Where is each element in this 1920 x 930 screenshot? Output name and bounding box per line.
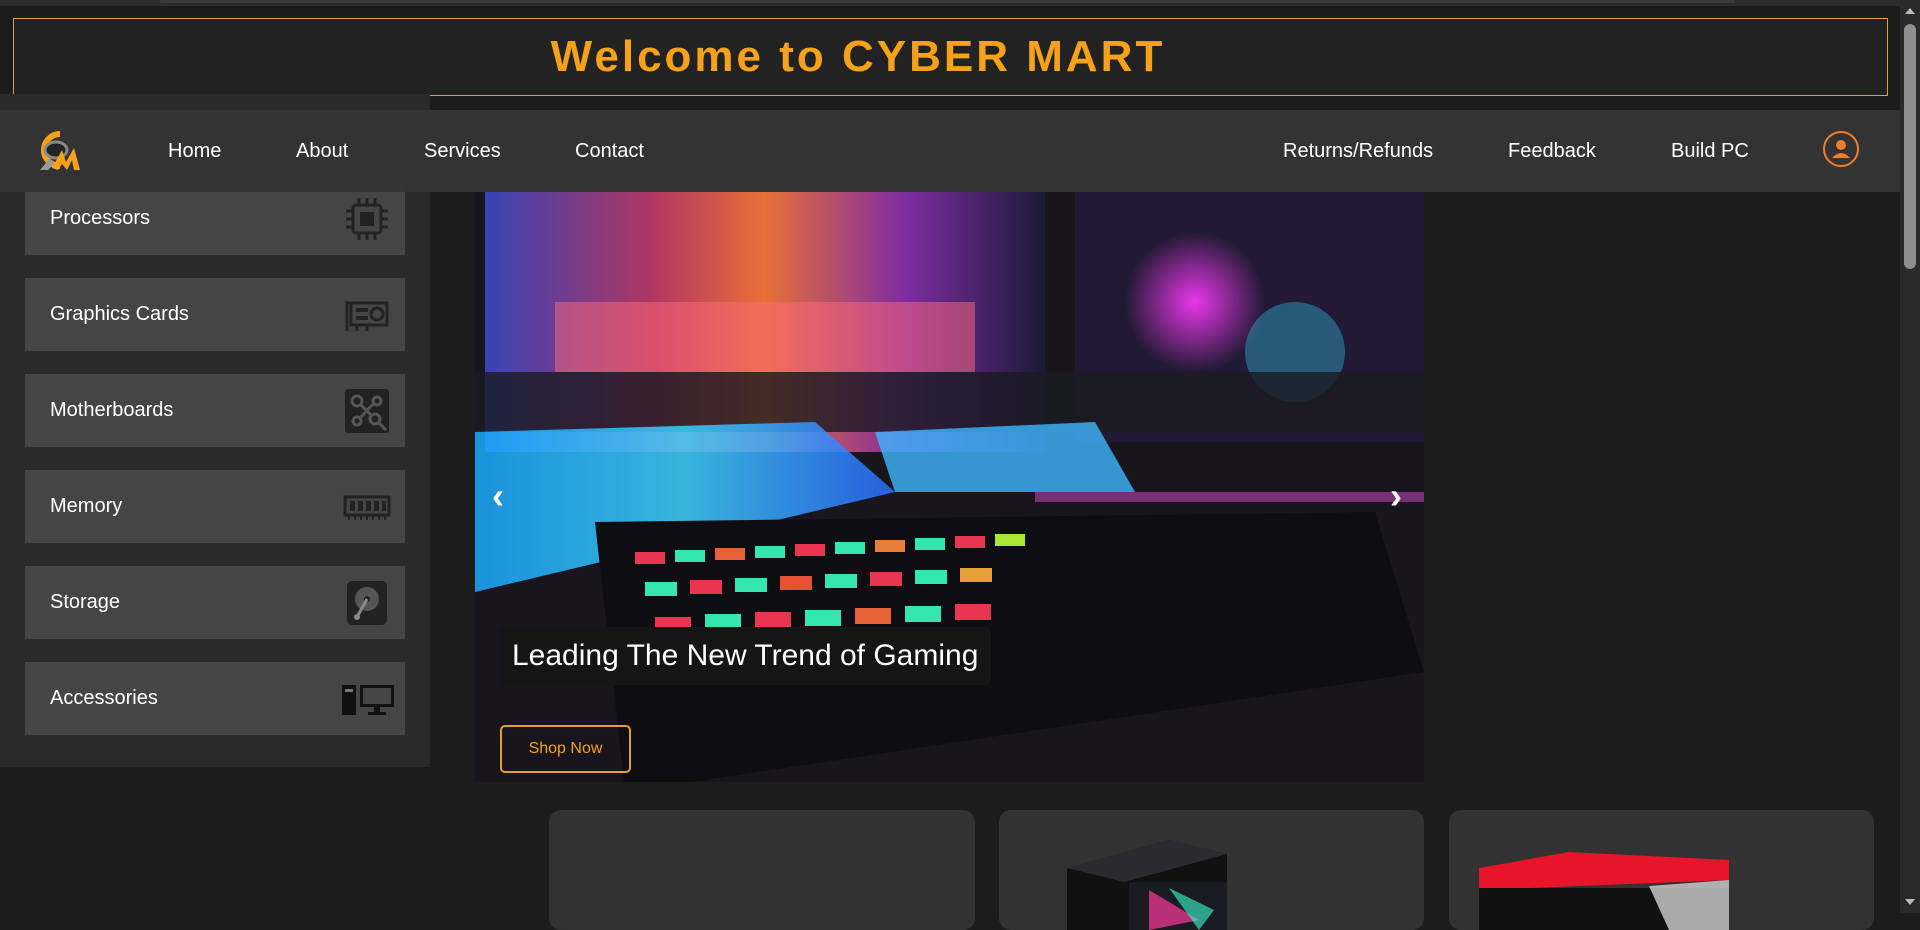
scroll-up-arrow[interactable] — [1905, 8, 1915, 14]
carousel-prev-arrow[interactable]: ‹ — [492, 478, 504, 514]
category-sidebar: Processors Graphics Cards Motherboards M… — [0, 94, 430, 767]
top-strip-bar — [160, 0, 1735, 3]
welcome-title: Welcome to CYBER MART — [550, 32, 1166, 81]
category-label: Processors — [50, 207, 151, 229]
hero-carousel — [475, 192, 1424, 782]
scroll-thumb[interactable] — [1904, 24, 1916, 269]
category-processors[interactable]: Processors — [25, 182, 405, 255]
category-label: Graphics Cards — [50, 303, 189, 325]
hard-drive-icon — [347, 581, 387, 625]
hero-caption: Leading The New Trend of Gaming — [500, 627, 991, 685]
scroll-down-arrow[interactable] — [1905, 899, 1915, 905]
category-label: Memory — [50, 495, 123, 517]
welcome-banner: Welcome to CYBER MART — [13, 18, 1888, 96]
gpu-icon — [345, 301, 389, 331]
memory-icon — [343, 495, 391, 520]
user-icon — [1832, 140, 1850, 158]
nav-feedback[interactable]: Feedback — [1508, 110, 1596, 192]
nav-build-pc[interactable]: Build PC — [1671, 110, 1749, 192]
rog-box-image — [1479, 852, 1729, 930]
category-label: Storage — [50, 591, 121, 613]
shop-now-button[interactable]: Shop Now — [500, 725, 631, 773]
category-storage[interactable]: Storage — [25, 566, 405, 639]
product-card[interactable] — [999, 810, 1424, 930]
product-card[interactable] — [1449, 810, 1874, 930]
category-graphics-cards[interactable]: Graphics Cards — [25, 278, 405, 351]
category-accessories[interactable]: Accessories — [25, 662, 405, 735]
category-memory[interactable]: Memory — [25, 470, 405, 543]
category-label: Accessories — [50, 687, 158, 709]
motherboard-icon — [345, 389, 389, 433]
profile-button[interactable] — [1823, 131, 1859, 167]
browser-top-strip — [0, 0, 1920, 6]
desktop-icon — [342, 685, 394, 715]
carousel-next-arrow[interactable]: › — [1390, 478, 1402, 514]
cpu-icon — [346, 198, 388, 240]
category-label: Motherboards — [50, 399, 174, 421]
main-navbar: Home About Services Contact Returns/Refu… — [0, 110, 1900, 192]
nav-home[interactable]: Home — [168, 110, 221, 192]
product-card[interactable] — [549, 810, 975, 930]
category-motherboards[interactable]: Motherboards — [25, 374, 405, 447]
nav-contact[interactable]: Contact — [575, 110, 644, 192]
nav-services[interactable]: Services — [424, 110, 501, 192]
gpu-box-image — [1067, 840, 1227, 930]
nav-returns-refunds[interactable]: Returns/Refunds — [1283, 110, 1433, 192]
page-scrollbar[interactable] — [1900, 0, 1920, 913]
nav-about[interactable]: About — [296, 110, 348, 192]
hero-gaming-keyboard-image — [475, 192, 1424, 782]
cyber-mart-logo[interactable] — [34, 128, 84, 176]
